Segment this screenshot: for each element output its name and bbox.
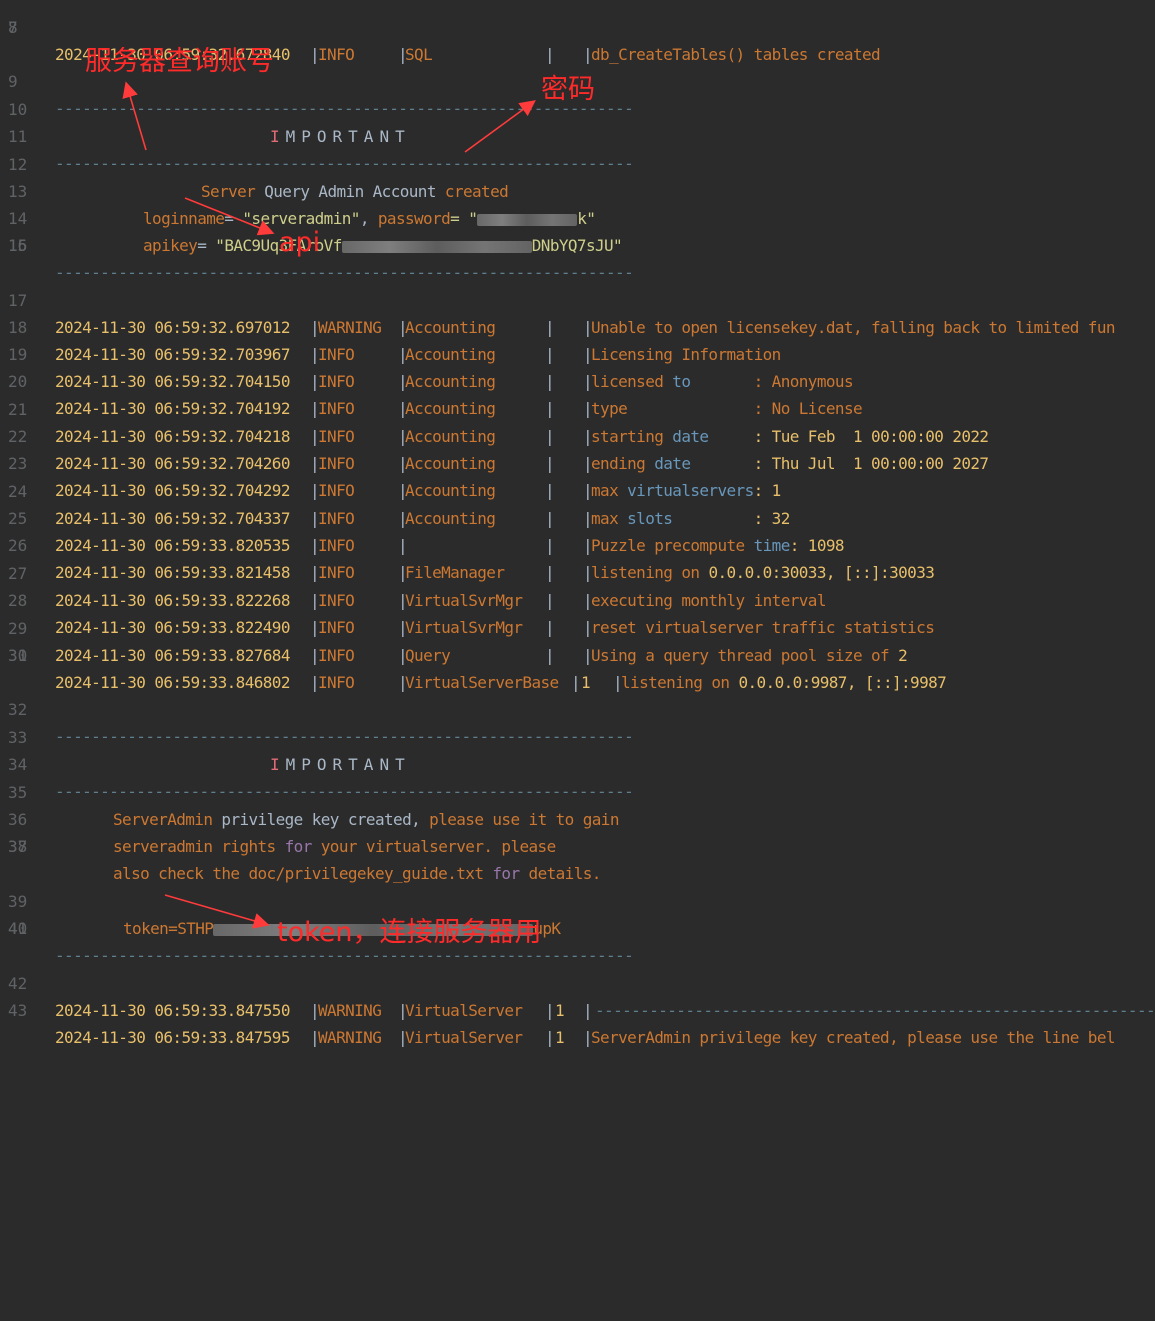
log-timestamp: 2024-11-30 06:59:33.847550 xyxy=(55,1001,290,1020)
annotation-account: 服务器查询账号 xyxy=(85,46,274,77)
log-editor[interactable]: 7 2024-11-30 06:59:32.672840 | INFO | SQ… xyxy=(0,0,1155,1047)
annotation-token: token，连接服务器用 xyxy=(277,917,542,948)
log-level: WARNING xyxy=(318,1028,382,1047)
annotation-arrows xyxy=(122,81,536,929)
line-number: 43 xyxy=(8,1001,28,1020)
annotation-password: 密码 xyxy=(541,74,595,105)
log-module: VirtualServer xyxy=(405,1028,523,1047)
log-module: VirtualServer xyxy=(405,1001,523,1020)
log-server-id: 1 xyxy=(555,1028,565,1047)
log-timestamp: 2024-11-30 06:59:33.847595 xyxy=(55,1028,290,1047)
password-arrow xyxy=(464,100,536,153)
log-level: WARNING xyxy=(318,1001,382,1020)
api-arrow xyxy=(184,197,275,236)
annotation-api: api xyxy=(279,227,321,258)
separator-line: ----------------------------------------… xyxy=(595,1001,1155,1020)
log-server-id: 1 xyxy=(555,1001,565,1020)
account-arrow xyxy=(122,81,147,151)
token-arrow xyxy=(164,894,270,929)
log-message: ServerAdmin privilege key created, pleas… xyxy=(591,1028,1116,1047)
